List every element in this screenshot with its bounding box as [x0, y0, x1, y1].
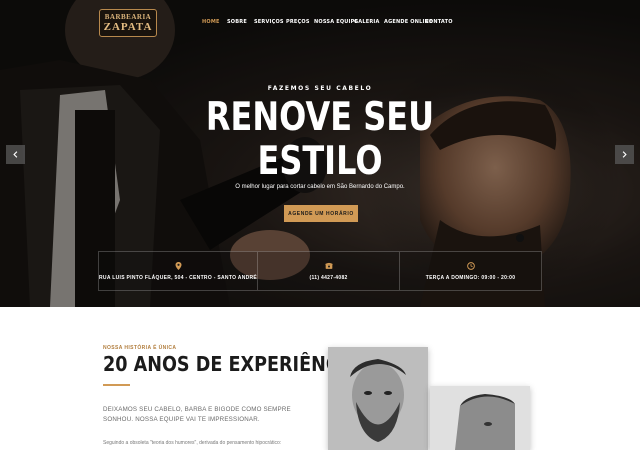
book-appointment-button[interactable]: AGENDE UM HORÁRIO — [284, 205, 358, 222]
phone-text[interactable]: (11) 4427-4082 — [310, 275, 348, 281]
nav-item-home[interactable]: HOME — [202, 19, 220, 25]
haircut-client-photo — [430, 386, 530, 450]
nav-item-galeria[interactable]: GALERIA — [354, 19, 380, 25]
info-hours: TERÇA A DOMINGO: 09:00 - 20:00 — [400, 252, 541, 290]
address-text: RUA LUIS PINTO FLÁQUER, 504 - CENTRO - S… — [99, 274, 258, 281]
nav-item-contato[interactable]: CONTATO — [425, 19, 453, 25]
info-phone: (11) 4427-4082 — [258, 252, 401, 290]
info-bar: RUA LUIS PINTO FLÁQUER, 504 - CENTRO - S… — [98, 251, 542, 291]
logo-line-2: ZAPATA — [103, 21, 153, 33]
hero-title-line-2: ESTILO — [257, 139, 383, 184]
info-address: RUA LUIS PINTO FLÁQUER, 504 - CENTRO - S… — [99, 252, 259, 290]
about-lead: DEIXAMOS SEU CABELO, BARBA E BIGODE COMO… — [103, 406, 291, 423]
about-title: 20 ANOS DE EXPERIÊNCIA — [103, 352, 359, 376]
hero-title-line-1: RENOVE SEU — [205, 95, 435, 140]
title-divider — [103, 384, 130, 386]
bearded-man-photo — [328, 347, 428, 450]
brand-logo[interactable]: BARBEARIA ZAPATA — [99, 9, 157, 37]
logo-line-1: BARBEARIA — [104, 13, 152, 21]
about-kicker: NOSSA HISTÓRIA É ÚNICA — [103, 345, 177, 351]
hero-subtitle: FAZEMOS SEU CABELO — [267, 85, 373, 92]
chevron-right-icon — [622, 151, 627, 158]
nav-item-precos[interactable]: PREÇOS — [286, 19, 310, 25]
site-header: BARBEARIA ZAPATA HOME SOBRE SERVIÇOS PRE… — [0, 0, 640, 48]
map-pin-icon — [174, 261, 182, 270]
hours-text: TERÇA A DOMINGO: 09:00 - 20:00 — [425, 274, 516, 281]
clock-icon — [466, 261, 475, 270]
nav-item-sobre[interactable]: SOBRE — [227, 19, 247, 25]
nav-item-nossa-equipe[interactable]: NOSSA EQUIPE — [314, 19, 358, 25]
chevron-left-icon — [13, 151, 18, 158]
hero-title: RENOVE SEU ESTILO — [197, 96, 443, 184]
about-body: Seguindo a obsoleta "teoria dos humores"… — [103, 440, 282, 446]
hero-description: O melhor lugar para cortar cabelo em São… — [235, 184, 405, 190]
hero-slider: BARBEARIA ZAPATA HOME SOBRE SERVIÇOS PRE… — [0, 0, 640, 307]
slider-prev-button[interactable] — [6, 145, 25, 164]
nav-item-servicos[interactable]: SERVIÇOS — [254, 19, 284, 25]
slider-next-button[interactable] — [615, 145, 634, 164]
phone-icon — [324, 262, 333, 270]
